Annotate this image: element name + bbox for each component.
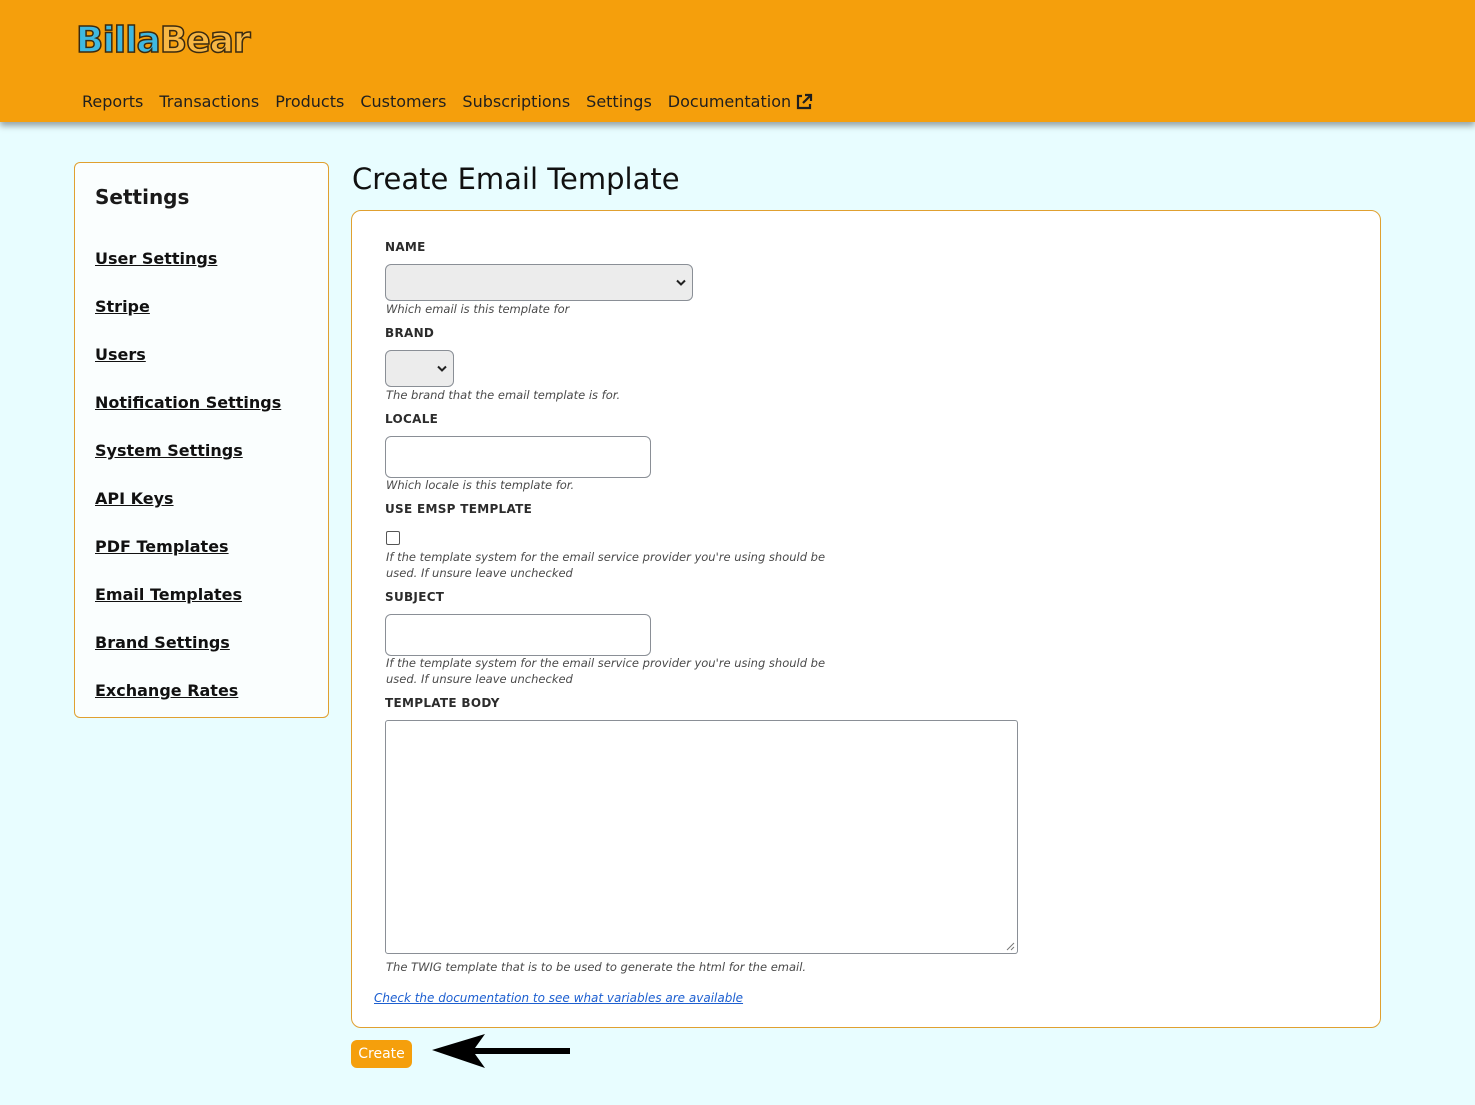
name-select[interactable] — [385, 264, 693, 301]
sidebar-item-api-keys[interactable]: API Keys — [95, 489, 174, 508]
logo-text-bear: Bear — [159, 19, 251, 62]
sidebar-item-user-settings[interactable]: User Settings — [95, 249, 217, 268]
subject-input[interactable] — [385, 614, 651, 656]
page-title: Create Email Template — [352, 162, 680, 196]
nav-subscriptions[interactable]: Subscriptions — [462, 90, 570, 114]
use-emsp-hint: If the template system for the email ser… — [386, 550, 826, 580]
top-header: BillaBear Reports Transactions Products … — [0, 0, 1475, 122]
nav-customers[interactable]: Customers — [360, 90, 446, 114]
logo-text-billa: Billa — [75, 19, 161, 62]
nav-reports[interactable]: Reports — [82, 90, 143, 114]
locale-label: LOCALE — [385, 412, 439, 426]
name-label: NAME — [385, 240, 426, 254]
email-template-form: NAME Which email is this template for BR… — [351, 210, 1381, 1028]
locale-input[interactable] — [385, 436, 651, 478]
annotation-arrow-icon — [432, 1034, 570, 1068]
sidebar-item-email-templates[interactable]: Email Templates — [95, 585, 242, 604]
nav-products[interactable]: Products — [275, 90, 344, 114]
chevron-down-icon — [437, 365, 447, 372]
nav-settings[interactable]: Settings — [586, 90, 652, 114]
resize-grip-icon[interactable] — [1006, 942, 1015, 951]
brand-label: BRAND — [385, 326, 435, 340]
sidebar-item-pdf-templates[interactable]: PDF Templates — [95, 537, 229, 556]
locale-hint: Which locale is this template for. — [386, 478, 575, 492]
brand-select[interactable] — [385, 350, 454, 387]
documentation-variables-link[interactable]: Check the documentation to see what vari… — [374, 991, 743, 1005]
nav-documentation-label: Documentation — [667, 92, 792, 111]
billabear-logo[interactable]: BillaBear — [75, 19, 251, 62]
sidebar-item-stripe[interactable]: Stripe — [95, 297, 150, 316]
template-body-textarea[interactable] — [385, 720, 1018, 954]
sidebar-item-exchange-rates[interactable]: Exchange Rates — [95, 681, 238, 700]
sidebar-item-system-settings[interactable]: System Settings — [95, 441, 243, 460]
template-body-label: TEMPLATE BODY — [385, 696, 500, 710]
sidebar-item-users[interactable]: Users — [95, 345, 146, 364]
name-hint: Which email is this template for — [386, 302, 570, 316]
subject-label: SUBJECT — [385, 590, 445, 604]
sidebar-item-notification-settings[interactable]: Notification Settings — [95, 393, 281, 412]
main-nav: Reports Transactions Products Customers … — [82, 90, 829, 114]
nav-documentation[interactable]: Documentation — [668, 90, 813, 114]
template-body-hint: The TWIG template that is to be used to … — [386, 960, 807, 974]
brand-hint: The brand that the email template is for… — [386, 388, 621, 402]
chevron-down-icon — [676, 279, 686, 286]
subject-hint: If the template system for the email ser… — [386, 656, 826, 686]
nav-transactions[interactable]: Transactions — [159, 90, 259, 114]
use-emsp-checkbox[interactable] — [386, 531, 400, 545]
sidebar-title: Settings — [95, 185, 190, 209]
external-link-icon — [797, 93, 813, 110]
sidebar-item-brand-settings[interactable]: Brand Settings — [95, 633, 230, 652]
create-button[interactable]: Create — [351, 1040, 412, 1068]
use-emsp-label: USE EMSP TEMPLATE — [385, 502, 533, 516]
settings-sidebar: Settings User Settings Stripe Users Noti… — [74, 162, 329, 718]
